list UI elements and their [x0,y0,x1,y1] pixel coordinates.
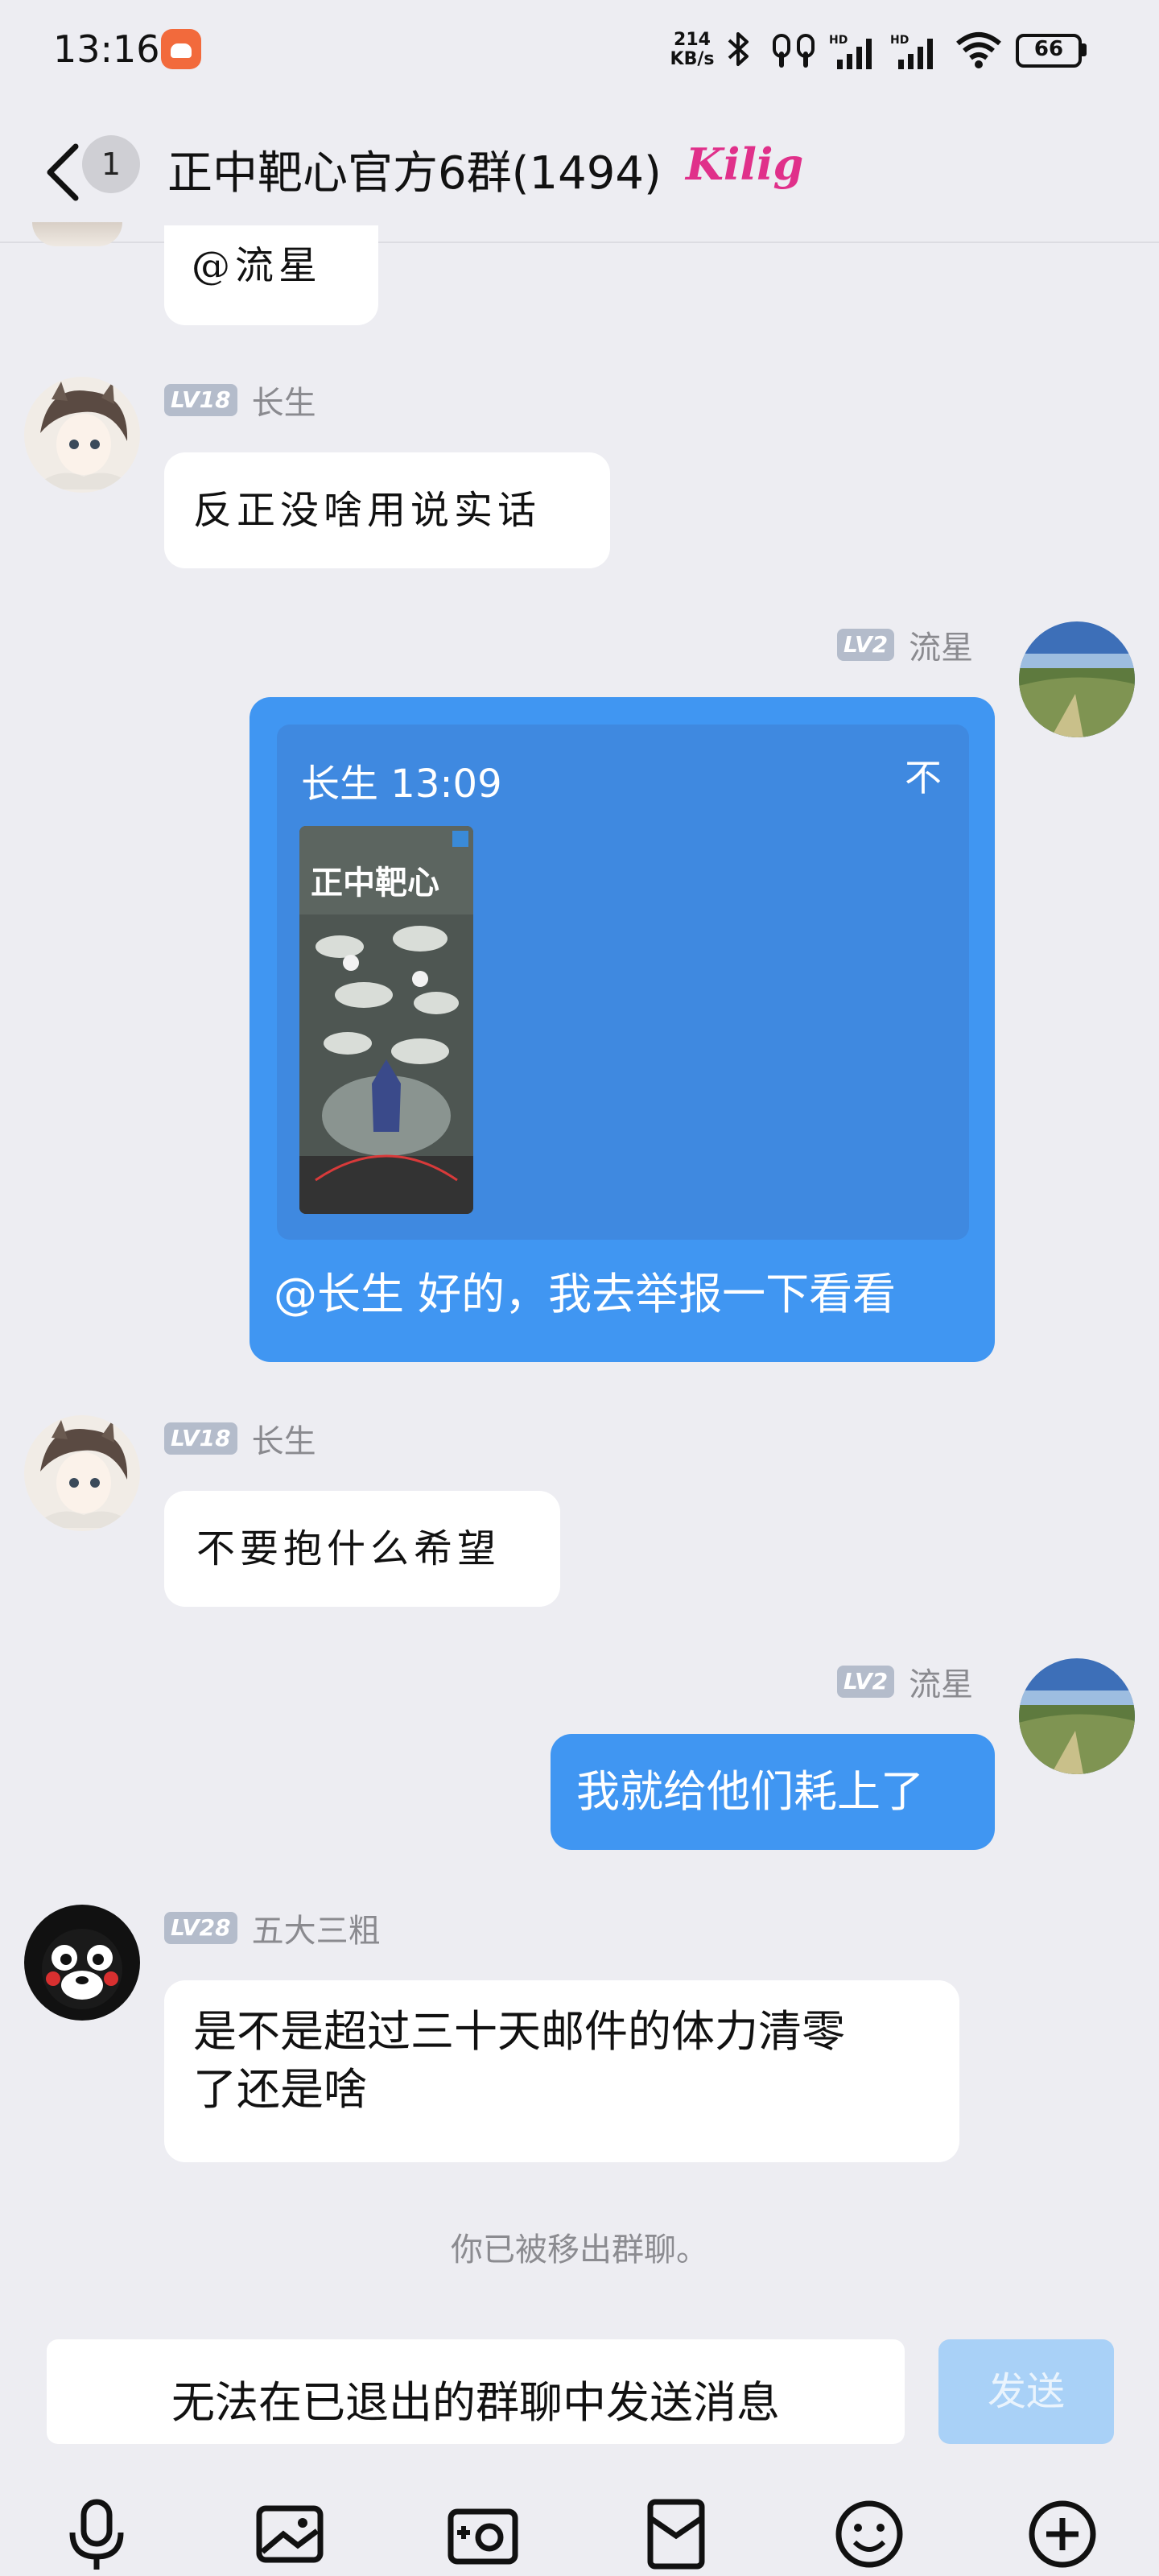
sender-row: LV18 长生 [164,377,316,423]
battery-level: 66 [1033,37,1064,61]
sender-row: LV2 流星 [837,625,973,667]
sender-name[interactable]: 长生 [252,1415,316,1462]
avatar[interactable] [32,222,122,246]
sender-row: LV2 流星 [837,1662,973,1703]
sender-name[interactable]: 流星 [909,621,973,668]
svg-text:HD: HD [890,34,909,47]
level-badge: LV18 [164,1422,237,1455]
kumamon-avatar-icon [24,1905,140,2021]
battery-indicator: 66 [1016,34,1087,68]
level-badge: LV28 [164,1912,237,1944]
message-text: 我就给他们耗上了 [576,1766,924,1817]
status-time: 13:16 [53,27,160,71]
message-text: 不要抱什么希望 [196,1526,501,1571]
svg-text:HD: HD [829,34,848,47]
signal-sim2-icon: HD [890,34,933,69]
message-text: @长生 好的，我去举报一下看看 [274,1269,897,1319]
bluetooth-icon [728,32,749,66]
avatar[interactable] [1019,621,1135,737]
emoji-icon[interactable] [829,2494,909,2574]
anime-avatar-icon [24,1415,140,1531]
level-badge: LV2 [837,629,895,661]
message-bubble[interactable]: 长生 13:09 不 正中靶心 @长生 好的，我去举报一下看看 [250,697,995,1362]
anime-avatar-icon [24,377,140,493]
sender-name[interactable]: 五大三粗 [252,1905,381,1951]
notification-app-icon [161,29,201,69]
avatar[interactable] [24,377,140,493]
message-bubble[interactable]: @流星 [164,225,378,325]
quote-author: 长生 [301,762,379,807]
message-bubble[interactable]: 不要抱什么希望 [164,1491,560,1607]
network-speed-unit: KB/s [670,49,715,69]
avatar[interactable] [1019,1658,1135,1774]
message-bubble[interactable]: 反正没啥用说实话 [164,452,610,568]
quoted-message[interactable]: 长生 13:09 不 正中靶心 [277,724,969,1240]
message-bubble[interactable]: 我就给他们耗上了 [551,1734,995,1850]
send-button[interactable]: 发送 [938,2339,1114,2444]
network-speed-value: 214 [674,30,711,50]
message-text: @流星 [192,243,323,288]
wifi-icon [956,32,1001,68]
message-input[interactable]: 无法在已退出的群聊中发送消息 [47,2339,905,2444]
level-badge: LV2 [837,1666,895,1698]
quote-time: 13:09 [390,762,502,807]
sender-name[interactable]: 长生 [252,377,316,423]
message-text: 反正没啥用说实话 [193,488,542,533]
camera-icon[interactable] [443,2494,523,2574]
chat-title[interactable]: 正中靶心官方6群(1494) [167,137,662,202]
landscape-avatar-icon [1019,1658,1135,1774]
unread-count-badge[interactable]: 1 [82,135,140,193]
input-disabled-text: 无法在已退出的群聊中发送消息 [171,2377,780,2428]
sender-row: LV18 长生 [164,1415,316,1462]
sender-name[interactable]: 流星 [909,1658,973,1705]
message-text-line: 了还是啥 [193,2064,367,2115]
status-bar: 13:16 214 KB/s HD HD 66 [0,0,1159,97]
quote-collapse-button[interactable]: 不 [905,749,942,802]
landscape-avatar-icon [1019,621,1135,737]
level-badge: LV18 [164,384,237,416]
quoted-image-title: 正中靶心 [311,865,439,902]
quote-header: 长生 13:09 [301,752,502,808]
microphone-icon[interactable] [56,2494,137,2574]
game-screenshot-thumbnail: 正中靶心 [299,826,473,1214]
red-packet-icon[interactable] [636,2494,716,2574]
avatar[interactable] [24,1415,140,1531]
system-notice: 你已被移出群聊。 [451,2231,708,2268]
image-icon[interactable] [250,2494,330,2574]
quoted-image[interactable]: 正中靶心 [299,826,473,1214]
plus-icon[interactable] [1022,2494,1103,2574]
message-text-line: 是不是超过三十天邮件的体力清零 [193,2006,845,2057]
sender-row: LV28 五大三粗 [164,1905,381,1951]
network-speed: 214 KB/s [660,31,724,69]
message-bubble[interactable]: 是不是超过三十天邮件的体力清零 了还是啥 [164,1980,959,2162]
avatar[interactable] [24,1905,140,2021]
signal-sim1-icon: HD [829,34,872,69]
earbuds-icon [773,34,815,68]
group-emblem: Kilig [686,138,804,190]
input-toolbar [0,2455,1159,2576]
